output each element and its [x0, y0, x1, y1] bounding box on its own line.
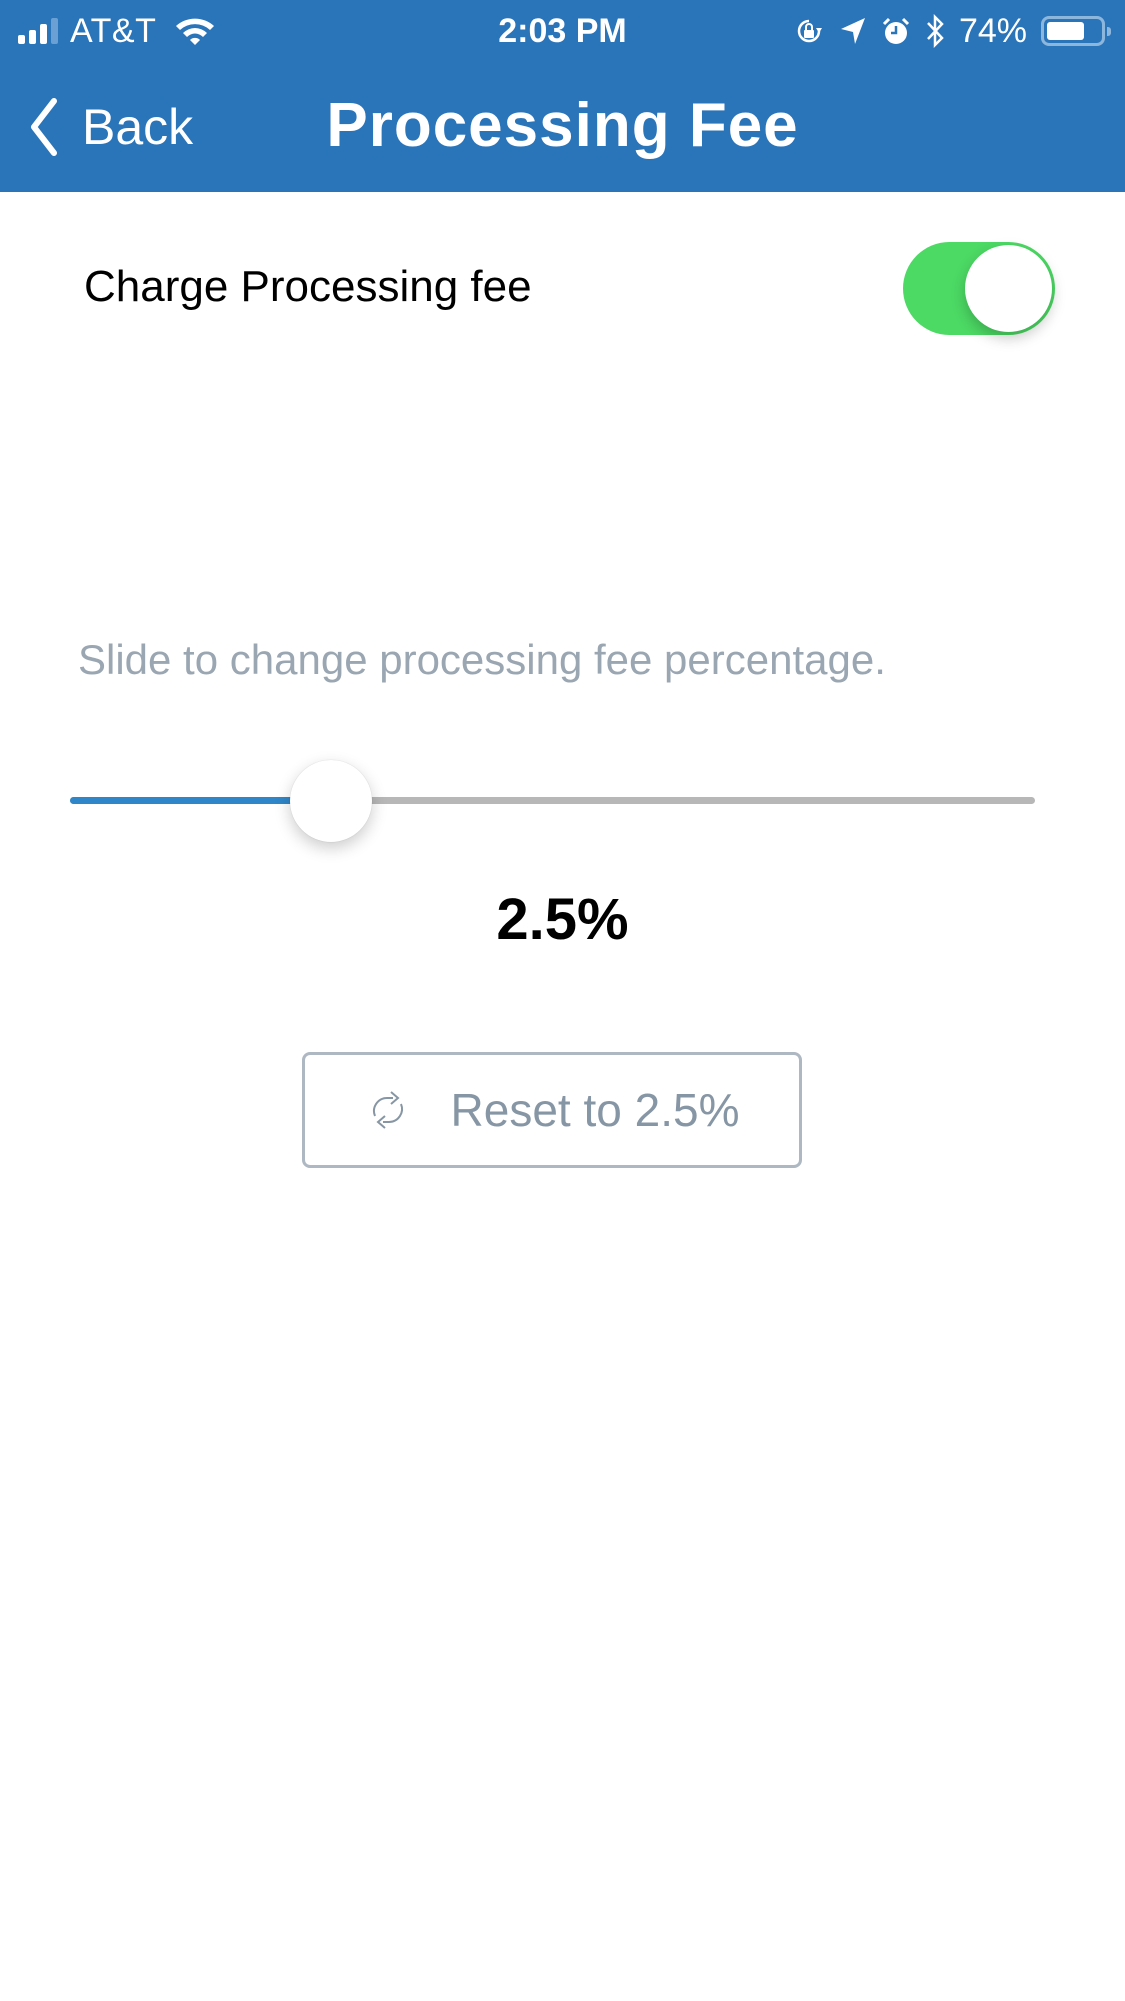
battery-percent: 74%: [958, 11, 1027, 50]
slider-helper-text: Slide to change processing fee percentag…: [78, 636, 886, 683]
charge-fee-toggle[interactable]: [903, 242, 1055, 335]
status-bar: AT&T 2:03 PM 74%: [0, 0, 1125, 62]
charge-fee-label: Charge Processing fee: [84, 262, 532, 311]
reset-button[interactable]: Reset to 2.5%: [302, 1052, 802, 1168]
slider-thumb[interactable]: [289, 760, 372, 842]
refresh-icon: [372, 1091, 403, 1129]
location-icon: [840, 18, 865, 44]
toggle-knob: [965, 245, 1052, 332]
rotation-lock-icon: [797, 19, 822, 43]
page-title: Processing Fee: [326, 91, 799, 160]
alarm-icon: [882, 17, 909, 44]
nav-bar: Back Processing Fee: [0, 62, 1125, 192]
fee-percentage-slider[interactable]: [70, 760, 1035, 842]
header: AT&T 2:03 PM 74% Back Processing Fee: [0, 0, 1125, 192]
fee-percentage-value: 2.5%: [496, 887, 629, 952]
bluetooth-icon: [927, 14, 944, 48]
charge-fee-row: Charge Processing fee: [0, 192, 1125, 392]
battery-icon: [1041, 16, 1111, 46]
reset-label: Reset to 2.5%: [450, 1084, 740, 1136]
